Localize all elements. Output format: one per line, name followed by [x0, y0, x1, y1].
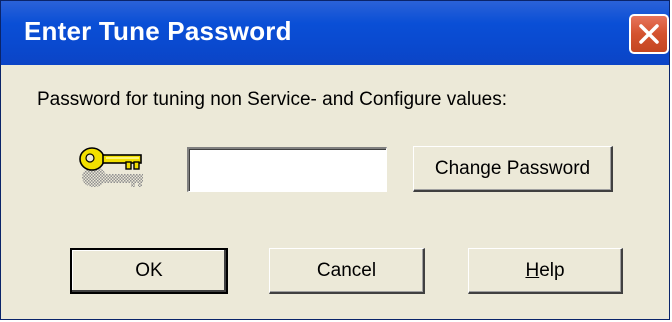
change-password-button[interactable]: Change Password	[413, 146, 613, 192]
title-bar[interactable]: Enter Tune Password	[1, 1, 669, 65]
close-icon	[639, 24, 659, 44]
ok-label: OK	[135, 260, 163, 281]
key-icon	[79, 141, 149, 195]
password-input[interactable]	[187, 147, 387, 192]
dialog-window: Enter Tune Password Password for tuning …	[0, 0, 670, 320]
help-button[interactable]: Help	[468, 248, 623, 294]
window-title: Enter Tune Password	[24, 16, 292, 46]
cancel-button[interactable]: Cancel	[269, 248, 425, 294]
password-prompt-label: Password for tuning non Service- and Con…	[37, 89, 507, 110]
close-button[interactable]	[629, 14, 669, 54]
cancel-label: Cancel	[316, 259, 377, 281]
change-password-label: Change Password	[434, 157, 591, 179]
ok-button[interactable]: OK	[70, 248, 228, 294]
dialog-body: Password for tuning non Service- and Con…	[1, 65, 669, 319]
help-label: Help	[525, 259, 565, 281]
